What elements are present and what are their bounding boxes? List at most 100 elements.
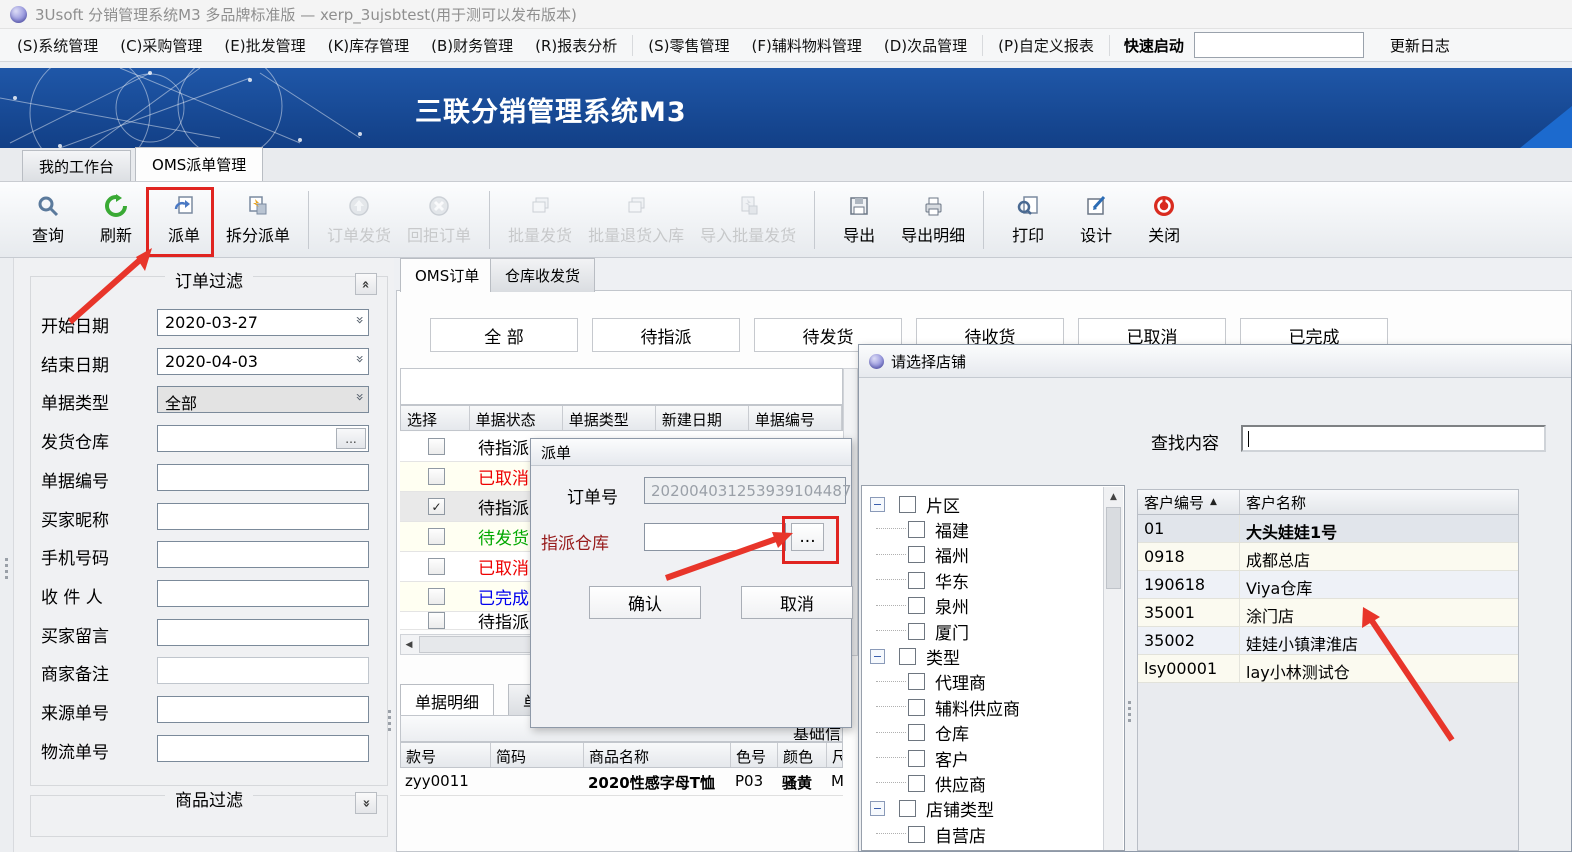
tree-leaf-泉州[interactable]: 泉州 bbox=[862, 594, 969, 618]
customer-row-0[interactable]: 01 大头娃娃1号 bbox=[1138, 515, 1518, 543]
order-row-checkbox[interactable]: ✓ bbox=[428, 498, 445, 515]
workspace-tab-1[interactable]: OMS派单管理 bbox=[135, 147, 264, 181]
customer-column-header-1[interactable]: 客户名称 bbox=[1240, 490, 1518, 514]
assign-warehouse-field[interactable] bbox=[644, 523, 786, 551]
collapse-order-filter-button[interactable]: » bbox=[355, 273, 377, 295]
toolbar-button-查询[interactable]: 查询 bbox=[14, 189, 82, 250]
detail-column-header-0[interactable]: 款号 bbox=[401, 743, 491, 767]
tree-leaf-客户[interactable]: 客户 bbox=[862, 746, 969, 771]
tree-checkbox[interactable] bbox=[908, 724, 925, 742]
toolbar-button-设计[interactable]: 设计 bbox=[1062, 189, 1130, 250]
tree-leaf-福建[interactable]: 福建 bbox=[862, 517, 969, 542]
menu-item-6[interactable]: (S)零售管理 bbox=[637, 35, 740, 56]
tree-checkbox[interactable] bbox=[908, 749, 925, 767]
tree-node-片区[interactable]: 片区 bbox=[862, 492, 960, 517]
tree-node-店铺类型[interactable]: 店铺类型 bbox=[862, 797, 994, 821]
filter-browse-button[interactable]: ... bbox=[336, 428, 366, 450]
tree-scrollbar-thumb[interactable] bbox=[1106, 507, 1121, 589]
filter-input-2[interactable]: 全部 » bbox=[157, 386, 369, 414]
order-column-header-0[interactable]: 选择 bbox=[401, 406, 470, 430]
tree-leaf-代理商[interactable]: 代理商 bbox=[862, 670, 986, 694]
filter-input-3[interactable]: ... bbox=[157, 425, 369, 453]
detail-table-row[interactable]: zyy0011 2020性感字母T恤 P03 骚黄 M bbox=[400, 768, 843, 796]
tree-collapse-icon[interactable] bbox=[870, 496, 885, 512]
menu-item-9[interactable]: (P)自定义报表 bbox=[987, 34, 1110, 56]
customer-column-header-0[interactable]: 客户编号 ▲ bbox=[1138, 490, 1240, 514]
filter-input-9[interactable] bbox=[157, 657, 369, 685]
toolbar-button-刷新[interactable]: 刷新 bbox=[82, 189, 150, 250]
order-column-header-4[interactable]: 单据编号 bbox=[749, 406, 842, 430]
menu-item-update-log[interactable]: 更新日志 bbox=[1390, 35, 1450, 56]
detail-column-header-3[interactable]: 色号 bbox=[731, 743, 778, 767]
filter-input-10[interactable] bbox=[157, 696, 369, 723]
dropdown-arrow-icon[interactable]: » bbox=[352, 393, 368, 402]
tree-node-类型[interactable]: 类型 bbox=[862, 644, 960, 669]
detail-column-header-1[interactable]: 简码 bbox=[491, 743, 584, 767]
customer-row-1[interactable]: 0918 成都总店 bbox=[1138, 543, 1518, 571]
menu-item-3[interactable]: (K)库存管理 bbox=[317, 35, 421, 56]
tree-checkbox[interactable] bbox=[908, 520, 925, 538]
tree-leaf-厦门[interactable]: 厦门 bbox=[862, 619, 969, 644]
toolbar-button-导出[interactable]: 导出 bbox=[825, 189, 893, 250]
order-row-checkbox[interactable] bbox=[428, 588, 445, 605]
tree-collapse-icon[interactable] bbox=[870, 648, 885, 664]
menu-item-7[interactable]: (F)辅料物料管理 bbox=[741, 35, 873, 56]
tree-collapse-icon[interactable] bbox=[870, 801, 885, 817]
tree-checkbox[interactable] bbox=[908, 622, 925, 640]
menu-item-8[interactable]: (D)次品管理 bbox=[873, 34, 984, 56]
toolbar-button-导出明细[interactable]: 导出明细 bbox=[893, 189, 973, 250]
tree-checkbox[interactable] bbox=[899, 647, 916, 665]
tree-leaf-仓库[interactable]: 仓库 bbox=[862, 721, 969, 745]
order-row-checkbox[interactable] bbox=[428, 438, 445, 455]
tree-checkbox[interactable] bbox=[908, 825, 925, 843]
order-column-header-3[interactable]: 新建日期 bbox=[656, 406, 749, 430]
oms-tab-0[interactable]: OMS订单 bbox=[400, 258, 495, 292]
scroll-up-icon[interactable]: ▲ bbox=[1104, 487, 1123, 506]
scroll-left-icon[interactable]: ◀ bbox=[401, 635, 417, 654]
filter-input-4[interactable] bbox=[157, 463, 369, 491]
order-row-checkbox[interactable] bbox=[428, 528, 445, 545]
dispatch-dialog-titlebar[interactable]: 派单 bbox=[531, 439, 851, 466]
cancel-button[interactable]: 取消 bbox=[741, 586, 853, 619]
toolbar-button-拆分派单[interactable]: 拆分派单 bbox=[218, 189, 298, 250]
customer-row-3[interactable]: 35001 涂门店 bbox=[1138, 599, 1518, 627]
search-input[interactable] bbox=[1241, 425, 1546, 452]
status-filter-button-0[interactable]: 全 部 bbox=[430, 318, 578, 352]
customer-row-2[interactable]: 190618 Viya仓库 bbox=[1138, 571, 1518, 599]
quick-launch-input[interactable] bbox=[1193, 32, 1364, 58]
filter-input-6[interactable] bbox=[157, 541, 369, 569]
status-filter-button-1[interactable]: 待指派 bbox=[592, 318, 740, 352]
order-column-header-2[interactable]: 单据类型 bbox=[563, 406, 656, 430]
customer-row-4[interactable]: 35002 娃娃小镇津淮店 bbox=[1138, 627, 1518, 655]
tree-leaf-华东[interactable]: 华东 bbox=[862, 568, 969, 593]
filter-input-7[interactable] bbox=[157, 579, 369, 607]
order-row-checkbox[interactable] bbox=[428, 558, 445, 575]
tree-leaf-加盟店[interactable]: 加盟店 bbox=[862, 848, 986, 850]
order-column-header-1[interactable]: 单据状态 bbox=[470, 406, 563, 430]
tree-checkbox[interactable] bbox=[908, 698, 925, 716]
filter-input-11[interactable] bbox=[157, 734, 369, 762]
tree-leaf-自营店[interactable]: 自营店 bbox=[862, 822, 986, 847]
tree-checkbox[interactable] bbox=[908, 546, 925, 564]
toolbar-button-打印[interactable]: 打印 bbox=[994, 189, 1062, 250]
tree-checkbox[interactable] bbox=[899, 495, 916, 513]
tree-checkbox[interactable] bbox=[908, 774, 925, 792]
menu-item-4[interactable]: (B)财务管理 bbox=[420, 35, 524, 56]
dropdown-arrow-icon[interactable]: » bbox=[352, 316, 368, 325]
dropdown-arrow-icon[interactable]: » bbox=[352, 354, 368, 363]
order-row-checkbox[interactable] bbox=[428, 468, 445, 485]
detail-column-header-2[interactable]: 商品名称 bbox=[584, 743, 731, 767]
toolbar-button-关闭[interactable]: 关闭 bbox=[1130, 189, 1198, 250]
detail-column-header-4[interactable]: 颜色 bbox=[778, 743, 827, 767]
expand-product-filter-button[interactable]: » bbox=[355, 792, 377, 814]
dialog-splitter-grip-icon[interactable] bbox=[1128, 701, 1132, 722]
menu-item-0[interactable]: (S)系统管理 bbox=[6, 35, 109, 56]
customer-row-5[interactable]: lsy00001 lay小林测试仓 bbox=[1138, 655, 1518, 683]
tree-checkbox[interactable] bbox=[908, 673, 925, 691]
filter-input-5[interactable] bbox=[157, 502, 369, 530]
tree-checkbox[interactable] bbox=[908, 571, 925, 589]
filter-input-8[interactable] bbox=[157, 618, 369, 646]
tree-checkbox[interactable] bbox=[908, 597, 925, 615]
confirm-button[interactable]: 确认 bbox=[589, 586, 701, 619]
menu-item-5[interactable]: (R)报表分析 bbox=[524, 34, 634, 56]
